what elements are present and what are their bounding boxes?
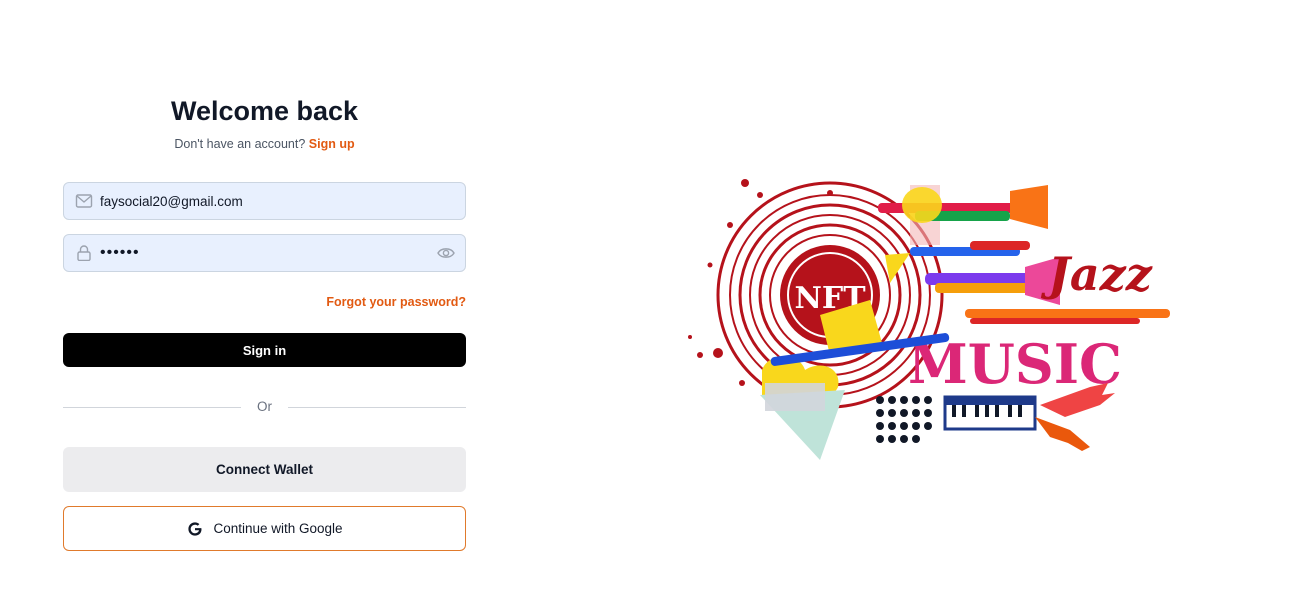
google-signin-label: Continue with Google [213, 521, 343, 536]
sign-in-button[interactable]: Sign in [63, 333, 466, 367]
eye-icon[interactable] [437, 246, 455, 260]
dotted-pattern [876, 396, 932, 443]
hand-lower [1035, 417, 1090, 451]
google-signin-button[interactable]: Continue with Google [63, 506, 466, 551]
mail-icon [75, 194, 93, 208]
page-title: Welcome back [170, 96, 359, 126]
or-divider: Or [63, 399, 466, 415]
email-input[interactable] [100, 183, 430, 219]
jazz-text: Jazz [1040, 247, 1153, 301]
divider-line-right [288, 407, 466, 408]
keyboard [943, 395, 1037, 431]
google-icon [188, 521, 202, 536]
music-nft-illustration: NFT Jazz MUSIC [688, 179, 1170, 460]
signup-link[interactable]: Sign up [309, 137, 355, 151]
signup-prompt: Don't have an account? Sign up [63, 137, 466, 151]
email-field[interactable] [63, 182, 466, 220]
pattern-swatch [765, 383, 825, 411]
connect-wallet-button[interactable]: Connect Wallet [63, 447, 466, 492]
password-input[interactable] [100, 235, 430, 271]
lock-icon [77, 245, 91, 261]
trumpet-top [878, 185, 1048, 245]
password-field[interactable] [63, 234, 466, 272]
signup-prompt-text: Don't have an account? [174, 137, 306, 151]
forgot-password-link[interactable]: Forgot your password? [326, 295, 466, 309]
